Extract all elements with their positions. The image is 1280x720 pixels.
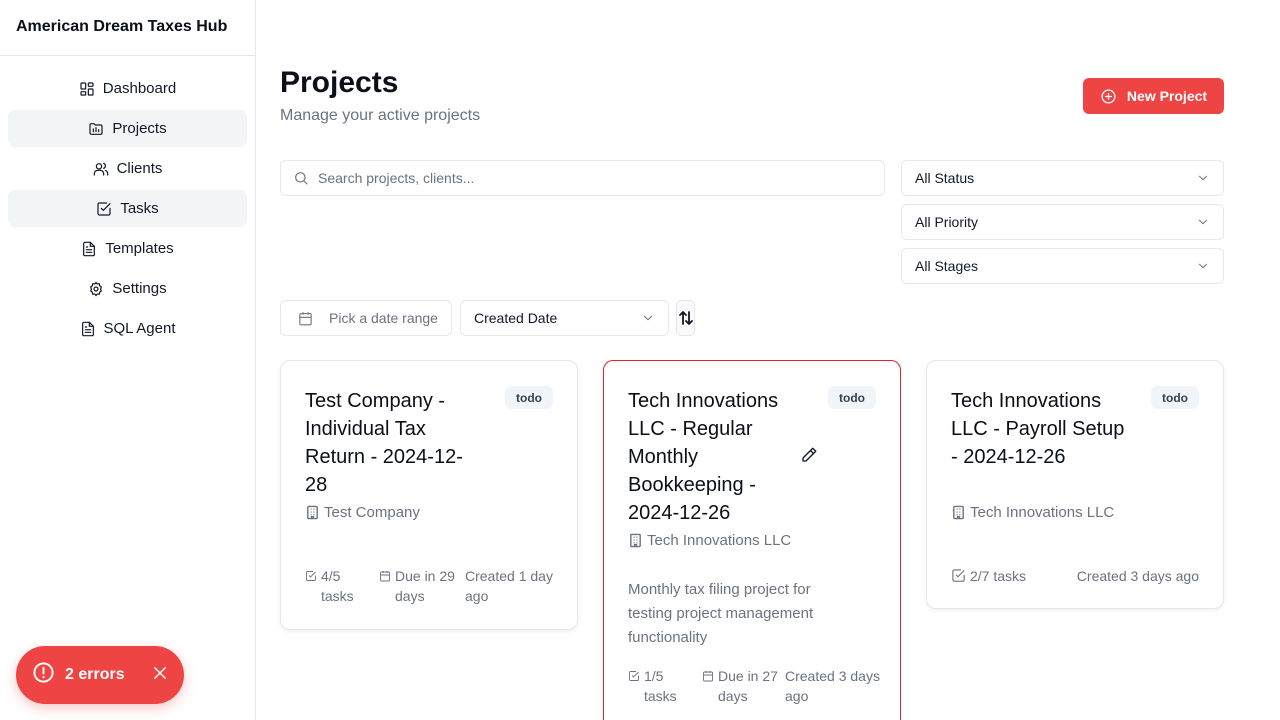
dashboard-icon [80,81,94,96]
main-content: Projects Manage your active projects New… [257,0,1280,720]
edit-pencil-icon[interactable] [800,446,818,464]
task-count-text: 4/5 tasks [321,568,354,604]
sidebar-item-label: SQL Agent [103,320,176,337]
date-range-picker[interactable]: Pick a date range [280,300,452,336]
project-card[interactable]: Tech Innovations LLC - Payroll Setup - 2… [926,360,1224,609]
sidebar-item-tasks[interactable]: Tasks [8,190,247,227]
new-project-label: New Project [1126,88,1208,104]
app-brand: American Dream Taxes Hub [0,0,255,56]
check-square-icon [952,569,965,582]
chevron-down-icon [1198,263,1208,269]
date-range-placeholder: Pick a date range [329,310,438,326]
created-date: Created 3 days ago [785,666,885,706]
sort-field-value: Created Date [474,310,558,326]
file-icon [83,241,96,256]
sidebar-item-templates[interactable]: Templates [8,230,247,267]
project-client-name: Tech Innovations LLC [970,504,1115,521]
status-select[interactable]: All Status [901,160,1224,196]
sort-direction-button[interactable] [676,300,695,336]
project-client-name: Tech Innovations LLC [647,532,792,549]
building-icon [953,505,964,520]
task-count: 4/5 tasks [305,566,361,606]
created-date: Created 3 days ago [1077,566,1199,586]
status-select-value: All Status [915,170,975,186]
sidebar-item-label: Templates [105,240,174,257]
created-date-text: Created 1 day ago [465,568,553,604]
page-title: Projects [280,66,399,99]
sidebar-item-label: Dashboard [102,80,177,97]
due-date: Due in 27 days [702,666,782,706]
sidebar-item-settings[interactable]: Settings [8,270,247,307]
due-date-text: Due in 29 days [395,568,455,604]
project-client: Tech Innovations LLC [628,532,791,549]
stages-select-value: All Stages [915,258,979,274]
task-count: 1/5 tasks [628,666,684,706]
sort-arrows-icon [678,311,693,325]
priority-select-value: All Priority [915,214,979,230]
file-icon [81,321,94,336]
check-square-icon [629,671,639,681]
plus-circle-icon [1101,88,1116,104]
chevron-down-icon [1198,219,1208,225]
sort-field-select[interactable]: Created Date [460,300,669,336]
due-date-text: Due in 27 days [718,668,778,704]
error-toast[interactable]: 2 errors [16,646,184,704]
project-client: Tech Innovations LLC [951,504,1114,521]
sidebar-item-label: Clients [116,160,163,177]
alert-circle-icon [32,661,55,689]
building-icon [630,533,641,548]
building-icon [307,505,318,520]
projects-icon [89,122,104,135]
sidebar-item-clients[interactable]: Clients [8,150,247,187]
close-icon[interactable] [151,664,169,687]
sidebar-item-dashboard[interactable]: Dashboard [8,70,247,107]
sidebar: American Dream Taxes Hub Dashboard Proje… [0,0,256,720]
stages-select[interactable]: All Stages [901,248,1224,284]
project-card[interactable]: Test Company - Individual Tax Return - 2… [280,360,578,630]
sidebar-item-label: Settings [112,280,167,297]
project-card[interactable]: Tech Innovations LLC - Regular Monthly B… [603,360,901,720]
status-badge: todo [505,386,553,409]
project-description: Monthly tax filing project for testing p… [628,581,814,646]
due-date: Due in 29 days [379,566,459,606]
sidebar-nav: Dashboard Projects Clients Tasks Templat… [0,56,255,347]
gear-icon [90,281,103,296]
check-square-icon [306,571,316,581]
sidebar-item-sql-agent[interactable]: SQL Agent [8,310,247,347]
created-date-text: Created 3 days ago [785,668,880,704]
status-badge: todo [828,386,876,409]
calendar-icon [703,671,713,682]
status-badge: todo [1151,386,1199,409]
calendar-icon [380,571,390,582]
sidebar-item-projects[interactable]: Projects [8,110,247,147]
new-project-button[interactable]: New Project [1083,78,1224,114]
project-client-name: Test Company [324,504,420,521]
users-icon [93,162,108,176]
task-count: 2/7 tasks [951,566,1026,586]
calendar-icon [299,311,312,325]
priority-select[interactable]: All Priority [901,204,1224,240]
page-subtitle: Manage your active projects [280,107,481,124]
search-box [280,160,885,196]
project-title: Test Company - Individual Tax Return - 2… [305,390,463,496]
project-title: Tech Innovations LLC - Regular Monthly B… [628,390,779,524]
sidebar-item-label: Tasks [120,200,159,217]
task-count-text: 2/7 tasks [970,568,1027,584]
created-date-text: Created 3 days ago [1076,568,1199,584]
error-count: 2 errors [65,666,125,683]
created-date: Created 1 day ago [465,566,560,606]
chevron-down-icon [643,315,653,321]
search-input[interactable] [318,170,858,186]
check-square-icon [97,201,111,216]
chevron-down-icon [1198,175,1208,181]
search-icon [295,172,308,185]
sidebar-item-label: Projects [112,120,167,137]
project-client: Test Company [305,504,420,521]
task-count-text: 1/5 tasks [644,668,677,704]
project-title: Tech Innovations LLC - Payroll Setup - 2… [951,390,1125,468]
